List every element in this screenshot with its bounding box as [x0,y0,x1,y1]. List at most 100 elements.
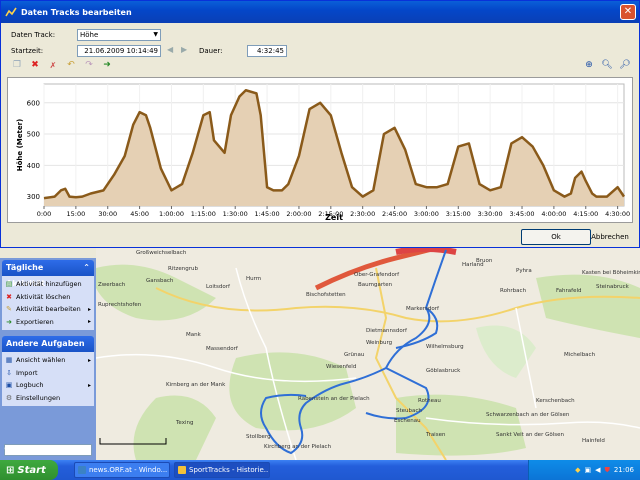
logbook-icon: ▣ [5,381,13,390]
x-tick-label: 1:30:00 [223,210,248,218]
shield-icon[interactable]: ◆ [575,466,580,474]
start-label: Start [17,464,46,476]
task-browser[interactable]: news.ORF.at - Windo... [74,462,170,478]
startzeit-field[interactable]: 21.06.2009 10:14:49 [77,45,161,57]
chevron-right-icon: ▸ [87,305,91,313]
map-place-label: Massendorf [206,346,238,352]
daten-track-value: Höhe [80,31,99,39]
other-tasks-title: Andere Aufgaben [6,339,85,348]
x-tick-label: 3:45:00 [509,210,534,218]
map-place-label: Kasten bei Böheimkirchen [582,270,640,276]
map-place-label: Sankt Veit an der Gölsen [496,432,564,438]
undo-icon[interactable]: ↶ [65,59,77,71]
map-place-label: Schwarzenbach an der Gölsen [486,412,570,418]
zoom-out-icon[interactable]: 🔎︎ [619,59,631,71]
x-tick-label: 2:45:00 [382,210,407,218]
add-icon: ▤ [5,280,13,289]
sidebar-item-logbook[interactable]: ▣ Logbuch ▸ [5,379,91,392]
sidebar-item-label: Ansicht wählen [16,356,66,365]
startzeit-value: 21.06.2009 10:14:49 [84,47,158,55]
dialog-titlebar[interactable]: Daten Tracks bearbeiten ✕ [1,1,639,23]
chevron-down-icon: ▼ [153,31,158,38]
left-sidebar: Tägliche Aktivität ⌃ ▤ Aktivität hinzufü… [0,258,96,460]
map-place-label: Wiesenfeld [326,364,357,370]
sidebar-item-label: Import [16,368,38,377]
chart-app-icon [5,7,17,17]
ok-label: Ok [551,233,561,241]
x-tick-label: 45:00 [130,210,149,218]
x-tick-label: 0:00 [37,210,52,218]
daily-activity-header[interactable]: Tägliche Aktivität ⌃ [2,260,94,288]
map-place-label: Steinabruck [596,284,629,290]
search-input[interactable]: ⚲ [4,444,92,456]
elevation-chart[interactable]: 300 400 500 600 0:00 15:00 30:00 45:00 1:00:00 1:… [7,77,633,223]
map-place-label: Zwerbach [98,282,126,288]
edit-toolbar: ❐ ✖ ✗ ↶ ↷ ➜ [11,59,113,73]
dauer-label: Dauer: [199,47,223,55]
gear-icon: ⚙ [5,393,13,402]
map-place-label: Rabenstein an der Pielach [298,396,370,402]
chevron-right-icon: ▸ [87,356,91,364]
x-axis-label: Zeit [325,213,343,222]
map-place-label: Hurm [246,276,262,282]
map-place-label: Michelbach [564,352,596,358]
delete-icon: ✖ [6,292,12,301]
delete-selection-icon[interactable]: ✗ [47,59,59,71]
map-place-label: Loitsdorf [206,284,230,290]
elevation-chart-svg[interactable]: 300 400 500 600 0:00 15:00 30:00 45:00 1:00:00 1:… [8,78,632,222]
cancel-button[interactable]: Abbrechen [579,229,640,245]
close-button[interactable]: ✕ [620,4,636,20]
zoom-fit-icon[interactable]: ⊕ [583,59,595,71]
collapse-icon[interactable]: ⌃ [83,260,90,276]
cancel-label: Abbrechen [591,233,629,241]
delete-icon[interactable]: ✖ [29,59,41,71]
y-tick-label: 300 [27,193,40,201]
sidebar-item-import[interactable]: ⇩ Import [5,367,91,380]
arrow-left-icon[interactable]: ◀ [167,45,173,54]
sidebar-item-edit-activity[interactable]: ✎ Aktivität bearbeiten ▸ [5,303,91,316]
x-tick-label: 1:45:00 [255,210,280,218]
sidebar-item-label: Logbuch [16,381,44,390]
map-place-label: Kirchberg an der Pielach [264,444,332,450]
arrow-right-icon[interactable]: ▶ [181,45,187,54]
daten-track-select[interactable]: Höhe ▼ [77,29,161,41]
sidebar-item-label: Aktivität bearbeiten [16,305,81,314]
chevron-right-icon: ▸ [87,381,91,389]
pencil-icon: ✎ [6,305,12,314]
copy-icon[interactable]: ❐ [11,59,23,71]
task-label: SportTracks - Historie... [189,466,270,474]
other-tasks-header[interactable]: Andere Aufgaben [2,336,94,352]
clock[interactable]: 21:06 [614,466,634,474]
map-place-label: Ober-Grafendorf [354,272,400,278]
import-icon: ⇩ [6,368,12,377]
sidebar-item-export[interactable]: ➜ Exportieren ▸ [5,316,91,329]
security-icon[interactable]: ⛊ [605,466,610,475]
map-view[interactable]: Großweichselbach Ritzengrub Zwerbach Gansba… [96,248,640,460]
map-place-label: Großweichselbach [136,250,187,256]
network-icon[interactable]: ▣ [585,466,592,474]
export-icon: ➜ [6,317,12,326]
zoom-in-icon[interactable]: 🔍︎ [601,59,613,71]
redo-icon[interactable]: ↷ [83,59,95,71]
start-button[interactable]: ⊞ Start [0,460,58,480]
task-sporttracks[interactable]: SportTracks - Historie... [174,462,270,478]
map-place-label: Rohrbach [500,288,527,294]
sidebar-item-label: Aktivität löschen [16,292,71,301]
chevron-right-icon: ▸ [87,318,91,326]
x-tick-label: 15:00 [67,210,86,218]
sidebar-item-choose-view[interactable]: ▦ Ansicht wählen ▸ [5,354,91,367]
zoom-toolbar: ⊕ 🔍︎ 🔎︎ [583,59,631,71]
map-place-label: Hainfeld [582,438,605,444]
edit-tracks-dialog: Daten Tracks bearbeiten ✕ Daten Track: H… [0,0,640,248]
map-place-label: Göblasbruck [426,368,461,374]
map-place-label: Dietmannsdorf [366,328,407,334]
export-icon[interactable]: ➜ [101,59,113,71]
map-place-label: Texing [176,420,194,426]
sidebar-item-delete-activity[interactable]: ✖ Aktivität löschen [5,291,91,304]
dauer-field[interactable]: 4:32:45 [247,45,287,57]
speaker-icon[interactable]: ◀ [595,466,600,474]
x-tick-label: 4:30:00 [605,210,630,218]
sidebar-item-settings[interactable]: ⚙ Einstellungen [5,392,91,405]
dauer-value: 4:32:45 [257,47,284,55]
map-place-label: Ruprechtshofen [98,302,142,308]
